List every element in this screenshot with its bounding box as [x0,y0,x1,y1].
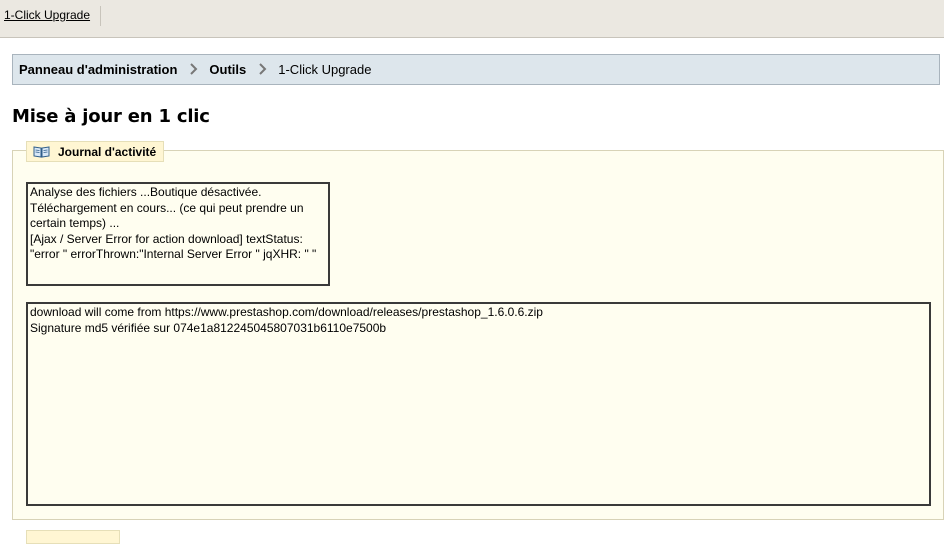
breadcrumb-tools[interactable]: Outils [209,62,246,77]
breadcrumb-admin-panel[interactable]: Panneau d'administration [19,62,177,77]
top-tab-bar: 1-Click Upgrade [0,0,944,38]
tab-divider [100,6,101,26]
breadcrumb: Panneau d'administration Outils 1-Click … [12,54,940,85]
log-line: Signature md5 vérifiée sur 074e1a8122450… [30,320,387,335]
activity-log-legend-label: Journal d'activité [58,144,157,159]
status-line: Téléchargement en cours... (ce qui peut … [30,200,307,231]
status-line: Analyse des fichiers ...Boutique désacti… [30,185,262,199]
activity-log-legend: Journal d'activité [26,141,165,162]
breadcrumb-current: 1-Click Upgrade [278,62,372,77]
tab-1-click-upgrade[interactable]: 1-Click Upgrade [4,8,90,22]
book-icon [33,145,50,158]
status-line: [Ajax / Server Error for action download… [30,231,317,262]
detail-log-box[interactable]: download will come from https://www.pres… [26,302,931,506]
breadcrumb-separator-icon [246,62,278,78]
status-log-box[interactable]: Analyse des fichiers ...Boutique désacti… [26,182,330,286]
log-line: download will come from https://www.pres… [30,305,543,319]
breadcrumb-separator-icon [177,62,209,78]
next-section-legend [26,530,120,544]
page-title: Mise à jour en 1 clic [12,106,210,127]
